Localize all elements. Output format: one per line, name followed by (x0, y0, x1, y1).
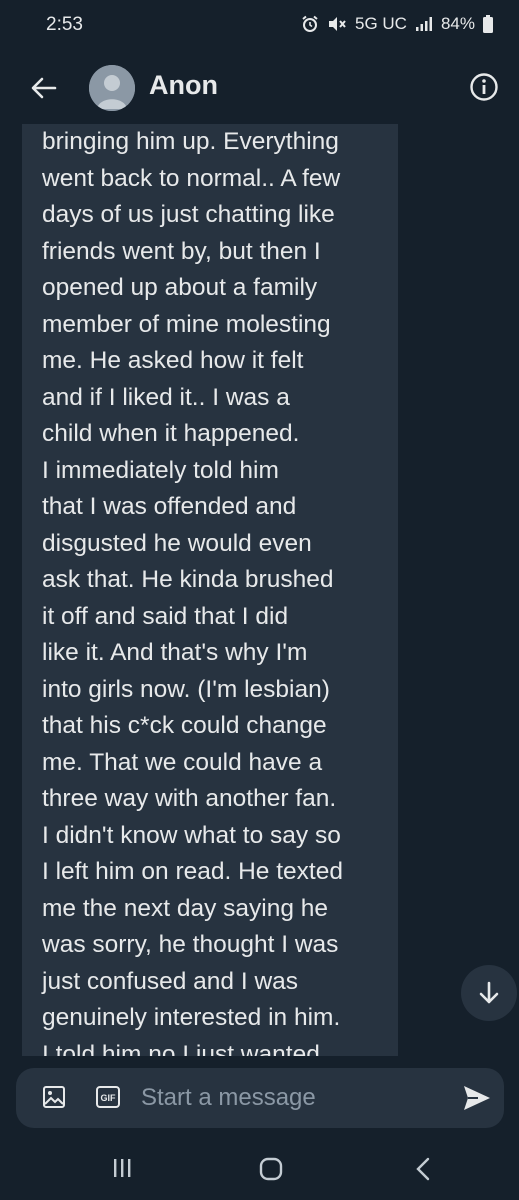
message-text: bringing him up. Everything went back to … (22, 124, 398, 1056)
send-icon (464, 1086, 490, 1110)
status-indicators: 5G UC 84% (301, 14, 493, 34)
message-bubble[interactable]: bringing him up. Everything went back to … (22, 124, 398, 1056)
message-line: three way with another fan. (42, 785, 337, 812)
message-line: child when it happened. (42, 420, 300, 447)
system-back-button[interactable] (414, 1157, 432, 1186)
conversation-title[interactable]: Anon (149, 70, 218, 101)
info-icon (470, 73, 498, 101)
arrow-left-icon (31, 77, 57, 99)
message-line: member of mine molesting (42, 310, 331, 338)
default-avatar-icon (89, 65, 135, 111)
arrow-down-icon (479, 981, 499, 1004)
message-line: just confused and I was (42, 967, 299, 995)
message-line: and if I liked it.. I was a (42, 383, 290, 411)
home-icon (259, 1157, 283, 1181)
message-line: ask that. He kinda brushed (42, 566, 334, 593)
message-line: that I was offended and (42, 493, 297, 520)
back-button[interactable] (26, 70, 62, 106)
alarm-icon (301, 15, 319, 33)
battery-icon (483, 15, 493, 33)
message-line: into girls now. (I'm lesbian) (42, 675, 330, 703)
message-line: days of us just chatting like (42, 201, 335, 228)
status-bar: 2:53 5G UC 84% (0, 0, 519, 52)
scroll-to-bottom-button[interactable] (461, 965, 517, 1021)
message-line: me. He asked how it felt (42, 347, 304, 374)
message-line: me the next day saying he (42, 894, 329, 922)
conversation-header: Anon (0, 52, 519, 124)
message-line: it off and said that I did (42, 602, 289, 630)
avatar[interactable] (89, 65, 135, 111)
message-line: me. That we could have a (42, 748, 323, 776)
message-line: I told him no I just wanted (42, 1040, 320, 1057)
message-line: bringing him up. Everything (42, 128, 339, 155)
info-button[interactable] (469, 72, 499, 102)
network-label: 5G UC (355, 14, 407, 33)
add-photo-button[interactable] (42, 1085, 66, 1109)
home-button[interactable] (259, 1157, 283, 1186)
message-line: I left him on read. He texted (42, 858, 343, 885)
signal-icon (415, 16, 433, 32)
message-line: opened up about a family (42, 274, 318, 301)
add-gif-button[interactable]: GIF (96, 1086, 120, 1108)
send-button[interactable] (462, 1084, 492, 1112)
message-line: like it. And that's why I'm (42, 639, 308, 666)
gif-label: GIF (101, 1093, 117, 1103)
image-icon (43, 1086, 65, 1108)
message-line: friends went by, but then I (42, 237, 321, 265)
message-line: that his c*ck could change (42, 712, 327, 739)
message-line: I immediately told him (42, 456, 279, 484)
gif-icon: GIF (96, 1086, 120, 1108)
recent-apps-icon (114, 1159, 131, 1177)
message-line: was sorry, he thought I was (42, 931, 339, 958)
message-line: disgusted he would even (42, 529, 312, 557)
status-time: 2:53 (46, 14, 83, 35)
message-composer: GIF (16, 1068, 504, 1128)
message-line: went back to normal.. A few (42, 164, 341, 192)
message-line: genuinely interested in him. (42, 1004, 341, 1031)
battery-label: 84% (440, 14, 475, 33)
system-navigation-bar (0, 1140, 519, 1200)
message-line: I didn't know what to say so (42, 821, 341, 849)
recent-apps-button[interactable] (112, 1158, 132, 1183)
mute-icon (327, 15, 347, 33)
chevron-left-icon (416, 1157, 430, 1181)
message-input[interactable] (139, 1080, 443, 1116)
